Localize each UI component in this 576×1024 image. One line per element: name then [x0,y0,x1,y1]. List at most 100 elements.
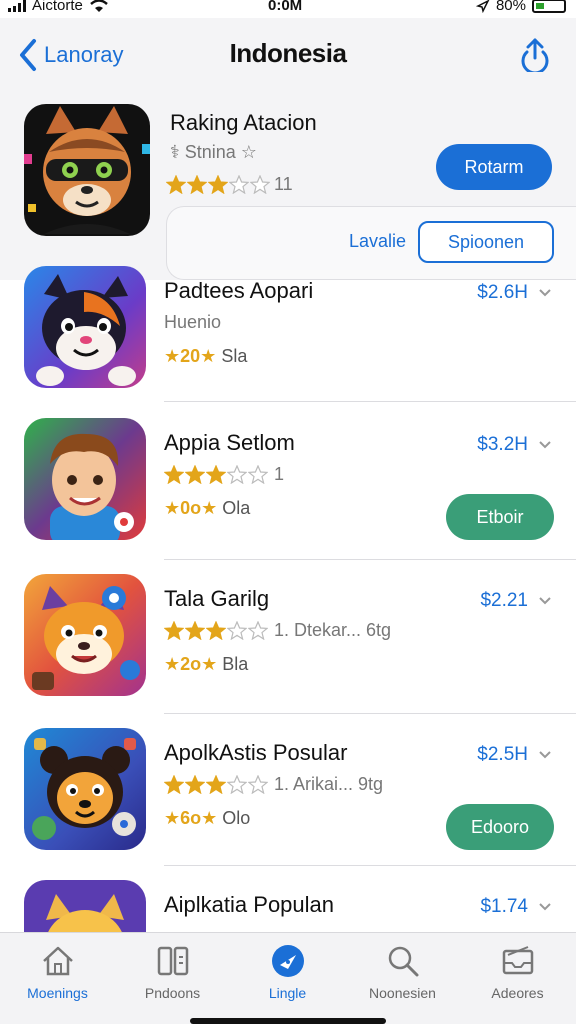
featured-app-subtitle: ⚕ Stnina ☆ [170,142,257,162]
app-name: Aiplkatia Populan [164,892,335,917]
price-button[interactable]: $2.6H [477,282,552,304]
status-bar: Aictorte 0:0M 80% [0,0,576,18]
featured-rating: 11 [166,174,293,195]
star-empty-icon [227,465,247,484]
get-button[interactable]: Edooro [446,804,554,850]
navigation-bar: Lanoray Indonesia [0,18,576,98]
star-filled-icon [187,175,207,194]
apps-icon [157,946,188,976]
app-badge-line: ★6o★ Olo [164,808,251,828]
signal-icon [8,0,26,12]
home-icon [42,946,73,976]
search-icon [388,946,418,977]
share-icon[interactable] [518,36,552,72]
app-name: Appia Setlom [164,430,295,455]
clock: 0:0M [268,0,303,14]
star-filled-icon [164,621,184,640]
star-empty-icon [227,775,247,794]
star-rating [166,175,270,194]
app-rating: 1 [164,464,284,485]
list-item[interactable]: Appia Setlom 1 ★0o★ Ola $3.2H Etboir [0,408,576,558]
star-empty-icon [227,621,247,640]
battery-icon [532,0,566,13]
star-outline-icon: ☆ [235,142,257,162]
price-button[interactable]: $1.74 [480,896,552,918]
star-filled-icon [185,621,205,640]
tab-label: Lingle [268,985,307,1001]
divider [164,865,576,866]
tab-adeores[interactable]: Adeores [460,933,575,1013]
primary-action-button[interactable]: Rotarm [436,144,552,190]
app-icon [24,418,146,540]
rating-count: 11 [274,174,293,194]
compass-icon [271,945,304,977]
app-badge-line: ★0o★ Ola [164,498,251,518]
list-item[interactable]: Aiplkatia Populan $1.74 [0,870,576,932]
wifi-icon [90,0,108,12]
featured-app-card: Raking Atacion ⚕ Stnina ☆ 11 Rotarm Lava… [0,98,576,280]
star-filled-icon [206,621,226,640]
list-item[interactable]: ApolkAstis Posular 1. Arikai... 9tg ★6o★… [0,718,576,868]
featured-app-icon[interactable] [24,104,150,236]
link-button[interactable]: Lavalie [349,231,406,252]
divider [164,559,576,560]
location-icon [475,0,490,13]
app-name: ApolkAstis Posular [164,740,348,765]
app-rating: 1. Arikai... 9tg [164,774,383,795]
carrier-label: Aictorte [32,0,83,14]
tab-label: Noonesien [369,985,436,1001]
app-rating: 1. Dtekar... 6tg [164,620,391,641]
app-developer: Huenio [164,312,222,332]
star-empty-icon [248,775,268,794]
app-badge-line: ★2o★ Bla [164,654,249,674]
star-empty-icon [229,175,249,194]
star-rating [164,465,268,484]
star-filled-icon [166,175,186,194]
app-icon [24,574,146,696]
tab-pndoons[interactable]: Pndoons [115,933,230,1013]
app-name: Padtees Aopari [164,278,314,303]
app-icon [24,266,146,388]
app-name: Tala Garilg [164,586,270,611]
star-empty-icon [248,621,268,640]
tab-lingle[interactable]: Lingle [230,933,345,1013]
star-rating [164,621,268,640]
inbox-icon [502,946,533,975]
divider [164,401,576,402]
tab-label: Adeores [491,985,544,1001]
list-item[interactable]: Padtees Aopari Huenio ★20★ Sla $2.6H [0,256,576,406]
price-button[interactable]: $2.5H [477,744,552,766]
chevron-down-icon [539,903,551,911]
divider [164,713,576,714]
tab-noonesien[interactable]: Noonesien [345,933,460,1013]
tab-label: Pndoons [144,985,201,1001]
page-title: Indonesia [229,38,347,68]
star-filled-icon [208,175,228,194]
star-filled-icon [185,465,205,484]
star-filled-icon [164,465,184,484]
tab-label: Moenings [27,985,88,1001]
star-rating [164,775,268,794]
app-icon [24,728,146,850]
chevron-down-icon [539,441,551,449]
app-icon [24,880,146,932]
star-filled-icon [206,465,226,484]
tab-bar: Moenings Pndoons Lingle Noonesien Adeore… [0,932,576,1024]
price-button[interactable]: $2.21 [480,590,552,612]
chevron-down-icon [539,597,551,605]
chevron-down-icon [539,289,551,297]
sparkle-icon: ⚕ [170,142,185,162]
featured-app-name: Raking Atacion [170,110,317,135]
star-filled-icon [206,775,226,794]
app-badge-line: ★20★ Sla [164,346,248,366]
star-empty-icon [250,175,270,194]
star-filled-icon [164,775,184,794]
tab-moenings[interactable]: Moenings [0,933,115,1013]
price-button[interactable]: $3.2H [477,434,552,456]
get-button[interactable]: Etboir [446,494,554,540]
home-indicator [190,1018,386,1024]
star-empty-icon [248,465,268,484]
star-filled-icon [185,775,205,794]
battery-percent: 80% [495,0,526,14]
list-item[interactable]: Tala Garilg 1. Dtekar... 6tg ★2o★ Bla $2… [0,564,576,714]
